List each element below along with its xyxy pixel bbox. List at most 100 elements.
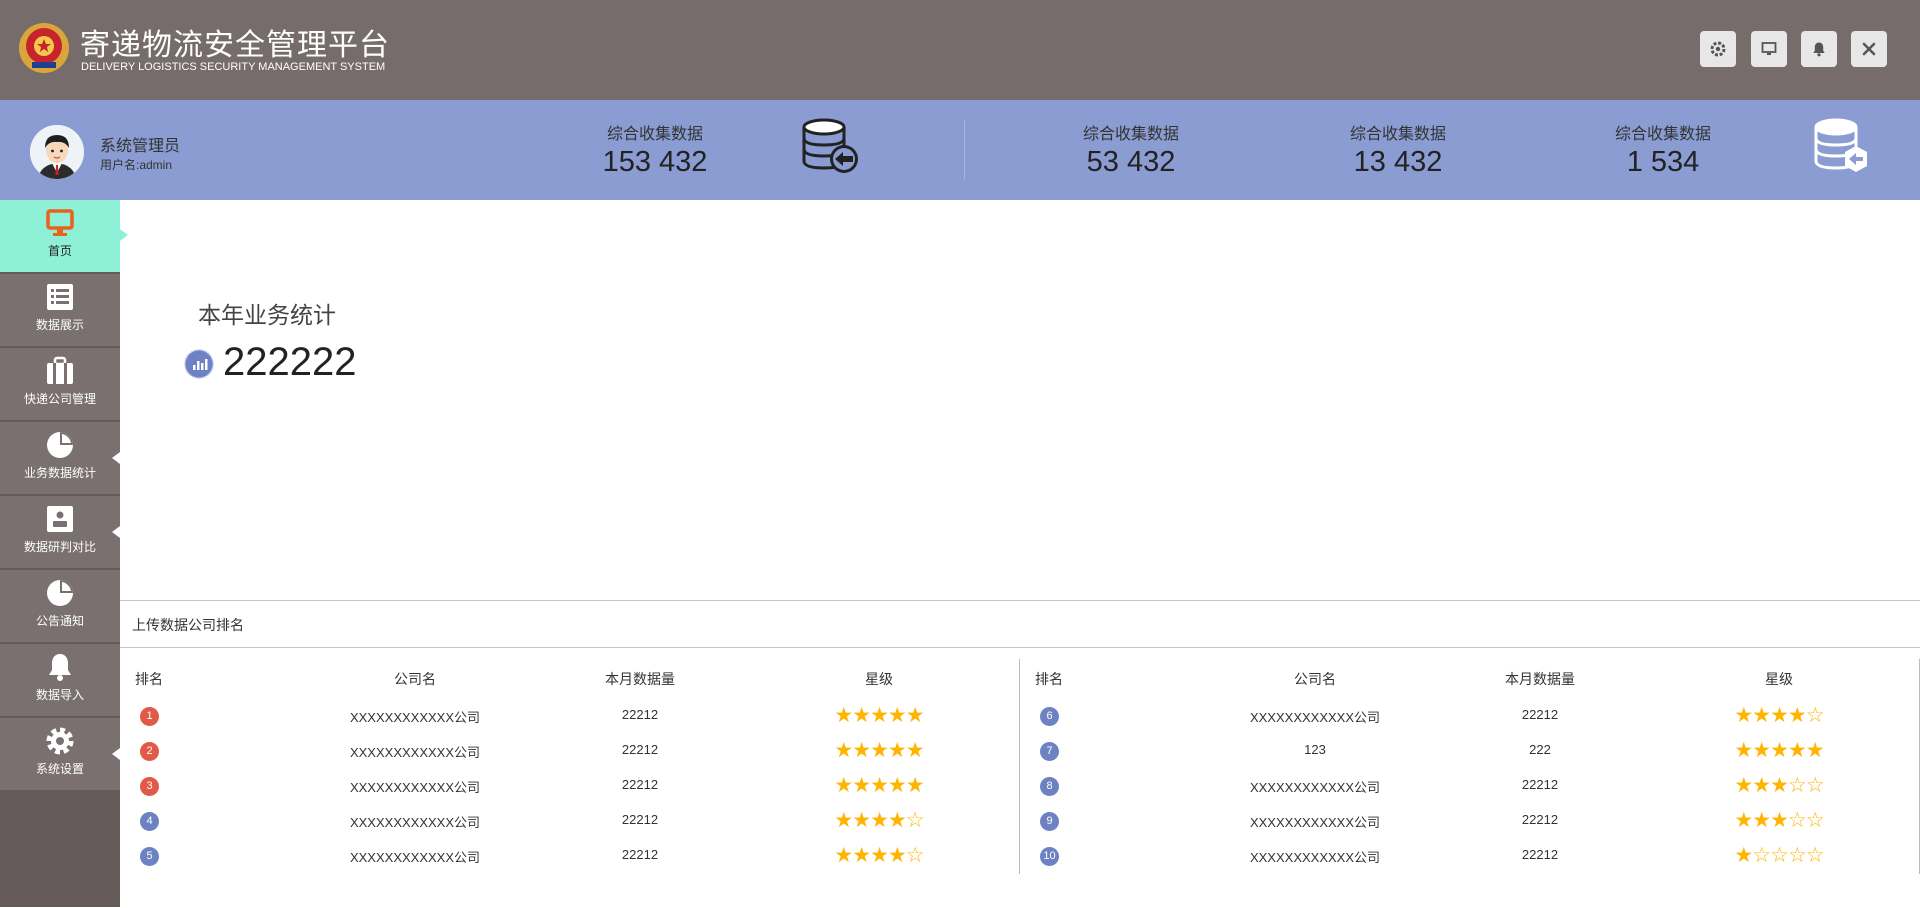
monthly-count: 22212 xyxy=(1521,707,1559,722)
sidebar-item-label: 数据展示 xyxy=(35,318,84,332)
police-emblem-logo xyxy=(19,23,69,73)
company-name: XXXXXXXXXXXX公司 xyxy=(1249,710,1381,725)
company-name: XXXXXXXXXXXX公司 xyxy=(1249,780,1381,795)
monthly-count: 22212 xyxy=(621,742,659,757)
star-rating: ★★★☆☆ xyxy=(1734,809,1824,832)
sidebar-item-data-display[interactable]: 数据展示 xyxy=(0,274,120,346)
company-name: XXXXXXXXXXXX公司 xyxy=(349,710,481,725)
submenu-arrow-icon xyxy=(112,452,120,464)
sidebar-item-label: 数据导入 xyxy=(35,688,84,702)
stat-label: 综合收集数据 xyxy=(606,126,703,143)
star-rating: ★★★★★ xyxy=(1734,739,1824,762)
sidebar-item-data-comparison[interactable]: 数据研判对比 xyxy=(0,496,120,568)
header: 寄递物流安全管理平台 DELIVERY LOGISTICS SECURITY M… xyxy=(0,0,1920,100)
user-role: 系统管理员 xyxy=(100,138,181,155)
monitor-icon xyxy=(1761,42,1777,55)
company-name: 123 xyxy=(1304,742,1326,757)
table-row[interactable]: 7 123 222 ★★★★★ xyxy=(1020,736,1918,766)
header-stars: 星级 xyxy=(865,672,893,688)
rank-badge: 3 xyxy=(140,777,159,796)
company-name: XXXXXXXXXXXX公司 xyxy=(349,815,481,830)
table-row[interactable]: 6 XXXXXXXXXXXX公司 22212 ★★★★☆ xyxy=(1020,701,1918,731)
header-stars: 星级 xyxy=(1765,672,1793,688)
sidebar-item-label: 快递公司管理 xyxy=(23,392,96,406)
briefcase-icon xyxy=(47,356,73,384)
pie-chart-icon xyxy=(47,580,73,606)
sidebar-item-business-stats[interactable]: 业务数据统计 xyxy=(0,422,120,494)
monthly-count: 22212 xyxy=(621,777,659,792)
table-row[interactable]: 1 XXXXXXXXXXXX公司 22212 ★★★★★ xyxy=(120,701,1018,731)
sidebar-item-label: 公告通知 xyxy=(35,614,84,628)
header-company: 公司名 xyxy=(1294,672,1336,688)
star-rating: ★★★★☆ xyxy=(1734,704,1824,727)
app-subtitle: DELIVERY LOGISTICS SECURITY MANAGEMENT S… xyxy=(81,61,386,73)
stat-card: 综合收集数据 13 432 xyxy=(1318,120,1478,179)
close-button[interactable] xyxy=(1851,31,1887,67)
stat-card: 综合收集数据 1 534 xyxy=(1583,120,1743,179)
monitor-button[interactable] xyxy=(1751,31,1787,67)
submenu-arrow-icon xyxy=(112,748,120,760)
rank-badge: 1 xyxy=(140,707,159,726)
sidebar-item-label: 首页 xyxy=(47,244,72,258)
table-row[interactable]: 2 XXXXXXXXXXXX公司 22212 ★★★★★ xyxy=(120,736,1018,766)
list-icon xyxy=(47,284,73,310)
star-rating: ★★★☆☆ xyxy=(1734,774,1824,797)
monthly-count: 222 xyxy=(1529,742,1551,757)
sidebar: 首页 数据展示 快递公司管理 业务数据统计 数据研判对比 公告通知 数据导入 系… xyxy=(0,200,120,907)
database-export-icon xyxy=(1814,118,1867,172)
bar-chart-badge-icon xyxy=(184,349,214,379)
bell-icon xyxy=(1813,42,1825,57)
ranking-panel: 上传数据公司排名 排名 公司名 本月数据量 星级 排名 公司名 本月数据量 星级… xyxy=(120,600,1920,908)
stat-value: 53 432 xyxy=(1086,146,1176,178)
active-item-pointer xyxy=(120,229,128,241)
settings-button[interactable] xyxy=(1700,31,1736,67)
sidebar-item-data-import[interactable]: 数据导入 xyxy=(0,644,120,716)
header-monthly: 本月数据量 xyxy=(1505,672,1575,688)
database-import-icon xyxy=(802,118,858,173)
bell-icon xyxy=(49,654,71,681)
company-name: XXXXXXXXXXXX公司 xyxy=(349,780,481,795)
table-row[interactable]: 5 XXXXXXXXXXXX公司 22212 ★★★★☆ xyxy=(120,841,1018,871)
rank-badge: 5 xyxy=(140,847,159,866)
rank-badge: 4 xyxy=(140,812,159,831)
close-icon xyxy=(1862,42,1876,56)
table-row[interactable]: 10 XXXXXXXXXXXX公司 22212 ★☆☆☆☆ xyxy=(1020,841,1918,871)
sidebar-item-announcements[interactable]: 公告通知 xyxy=(0,570,120,642)
notification-button[interactable] xyxy=(1801,31,1837,67)
stat-value: 1 534 xyxy=(1626,146,1700,178)
table-row[interactable]: 4 XXXXXXXXXXXX公司 22212 ★★★★☆ xyxy=(120,806,1018,836)
user-name: 用户名:admin xyxy=(100,158,173,172)
gear-icon xyxy=(46,727,74,755)
stat-value: 13 432 xyxy=(1353,146,1443,178)
rank-badge: 9 xyxy=(1040,812,1059,831)
monthly-count: 22212 xyxy=(1521,777,1559,792)
header-rank: 排名 xyxy=(135,672,163,688)
safe-icon xyxy=(47,506,73,532)
sidebar-item-courier-management[interactable]: 快递公司管理 xyxy=(0,348,120,420)
stat-label: 综合收集数据 xyxy=(1614,126,1711,143)
sidebar-item-system-settings[interactable]: 系统设置 xyxy=(0,718,120,790)
table-row[interactable]: 8 XXXXXXXXXXXX公司 22212 ★★★☆☆ xyxy=(1020,771,1918,801)
company-name: XXXXXXXXXXXX公司 xyxy=(349,745,481,760)
star-rating: ★☆☆☆☆ xyxy=(1734,844,1824,867)
sidebar-item-home[interactable]: 首页 xyxy=(0,200,120,272)
user-avatar-icon xyxy=(30,125,84,179)
avatar[interactable] xyxy=(30,125,84,179)
star-rating: ★★★★☆ xyxy=(834,809,924,832)
table-row[interactable]: 3 XXXXXXXXXXXX公司 22212 ★★★★★ xyxy=(120,771,1018,801)
settings-icon xyxy=(1710,41,1726,57)
header-company: 公司名 xyxy=(394,672,436,688)
stat-value: 153 432 xyxy=(602,146,708,178)
submenu-arrow-icon xyxy=(112,526,120,538)
divider xyxy=(120,647,1920,648)
stat-label: 综合收集数据 xyxy=(1082,126,1179,143)
monthly-count: 22212 xyxy=(621,847,659,862)
star-rating: ★★★★★ xyxy=(834,774,924,797)
header-monthly: 本月数据量 xyxy=(605,672,675,688)
company-name: XXXXXXXXXXXX公司 xyxy=(1249,815,1381,830)
rank-badge: 6 xyxy=(1040,707,1059,726)
table-row[interactable]: 9 XXXXXXXXXXXX公司 22212 ★★★☆☆ xyxy=(1020,806,1918,836)
rank-badge: 8 xyxy=(1040,777,1059,796)
year-stats-value: 222222 xyxy=(223,340,357,384)
year-stats-title: 本年业务统计 xyxy=(198,303,336,329)
